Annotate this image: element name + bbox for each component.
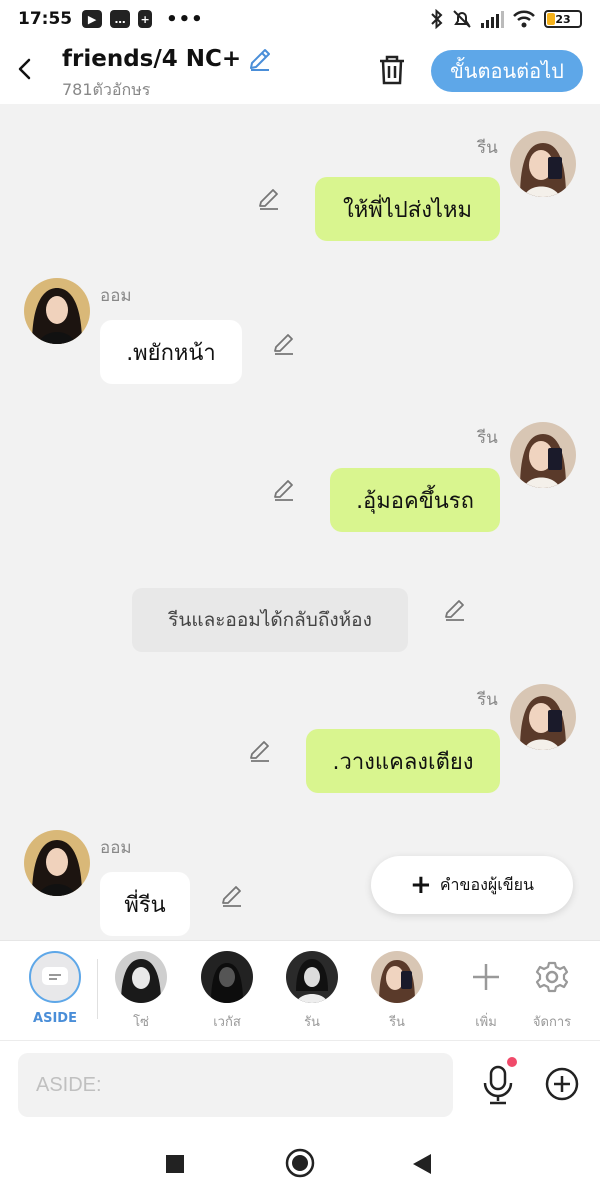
- message-bubble-me[interactable]: ให้พี่ไปส่งไหม: [315, 177, 500, 241]
- edit-title-icon[interactable]: [247, 46, 273, 72]
- avatar-aom[interactable]: [24, 278, 90, 344]
- silent-bell-icon: [453, 10, 471, 28]
- aside-avatar: [29, 951, 81, 1003]
- character-so[interactable]: โซ่: [106, 951, 176, 1032]
- add-circle-icon[interactable]: [545, 1067, 579, 1101]
- plus-icon: +: [410, 870, 432, 900]
- avatar-reen[interactable]: [510, 131, 576, 197]
- notification-dot: [507, 1057, 517, 1067]
- pencil-icon[interactable]: [247, 738, 273, 764]
- more-notifications-icon: •••: [166, 8, 204, 30]
- message-bubble-me[interactable]: .วางแคลงเตียง: [306, 729, 500, 793]
- app-header: friends/4 NC+ 781ตัวอักษร ขั้นตอนต่อไป: [0, 38, 600, 104]
- plus-icon: [473, 964, 499, 990]
- message-input[interactable]: [18, 1053, 453, 1117]
- gear-icon: [535, 961, 569, 993]
- back-arrow-icon[interactable]: [14, 54, 36, 84]
- status-time: 17:55: [18, 9, 73, 29]
- add-character-button[interactable]: เพิ่ม: [451, 951, 521, 1032]
- character-label: รัน: [304, 1015, 320, 1030]
- sender-name: รีน: [477, 690, 498, 710]
- character-label: เวกัส: [213, 1015, 241, 1030]
- character-label: ASIDE: [33, 1011, 77, 1026]
- avatar: [286, 951, 338, 1003]
- recent-apps-icon[interactable]: [165, 1154, 185, 1174]
- story-title: friends/4 NC+: [62, 46, 273, 72]
- chat-area: รีน ให้พี่ไปส่งไหม ออม .พยักหน้า รีน .อุ…: [0, 104, 600, 940]
- trash-icon[interactable]: [376, 54, 408, 86]
- message-notification-icon: …: [110, 10, 131, 28]
- bluetooth-icon: [431, 9, 443, 29]
- next-step-button[interactable]: ขั้นตอนต่อไป: [431, 50, 583, 92]
- media-notification-icon: ▶: [82, 10, 103, 28]
- sender-name: ออม: [100, 838, 132, 858]
- system-nav-bar: [0, 1128, 600, 1200]
- character-run[interactable]: รัน: [277, 951, 347, 1032]
- pencil-icon[interactable]: [219, 883, 245, 909]
- character-aside[interactable]: ASIDE: [20, 951, 90, 1026]
- sender-name: รีน: [477, 138, 498, 158]
- character-vegas[interactable]: เวกัส: [192, 951, 262, 1032]
- author-note-label: คำของผู้เขียน: [439, 874, 534, 894]
- character-bar: ASIDE โซ่ เวกัส รัน รีน เพิ่ม จัดการ: [0, 940, 600, 1040]
- chat-bubble-icon: [42, 967, 68, 985]
- message-bubble-them[interactable]: .พยักหน้า: [100, 320, 242, 384]
- wifi-icon: [513, 10, 535, 28]
- manage-characters-button[interactable]: จัดการ: [517, 951, 587, 1032]
- status-bar: 17:55 ▶ … + ••• 23: [0, 0, 600, 38]
- signal-icon: [481, 11, 504, 28]
- message-bubble-me[interactable]: .อุ้มอคขึ้นรถ: [330, 468, 500, 532]
- divider: [97, 959, 98, 1019]
- avatar: [115, 951, 167, 1003]
- battery-icon: 23: [544, 10, 582, 28]
- character-label: จัดการ: [532, 1015, 572, 1030]
- avatar-aom[interactable]: [24, 830, 90, 896]
- battery-saver-icon: +: [138, 10, 153, 28]
- message-bubble-them[interactable]: พี่รีน: [100, 872, 190, 936]
- microphone-icon[interactable]: [480, 1063, 516, 1107]
- avatar: [201, 951, 253, 1003]
- battery-level: 23: [555, 12, 571, 26]
- character-label: รีน: [389, 1015, 405, 1030]
- sender-name: ออม: [100, 286, 132, 306]
- narration-bubble[interactable]: รีนและออมได้กลับถึงห้อง: [132, 588, 408, 652]
- character-label: โซ่: [133, 1015, 149, 1030]
- pencil-icon[interactable]: [442, 597, 468, 623]
- avatar-reen[interactable]: [510, 422, 576, 488]
- author-note-button[interactable]: + คำของผู้เขียน: [371, 856, 573, 914]
- avatar-reen[interactable]: [510, 684, 576, 750]
- character-reen[interactable]: รีน: [362, 951, 432, 1032]
- sender-name: รีน: [477, 428, 498, 448]
- home-icon[interactable]: [285, 1148, 315, 1178]
- character-count: 781ตัวอักษร: [62, 80, 151, 99]
- story-title-text: friends/4 NC+: [62, 46, 242, 72]
- input-bar: [0, 1040, 600, 1128]
- character-label: เพิ่ม: [475, 1015, 497, 1030]
- pencil-icon[interactable]: [256, 186, 282, 212]
- avatar: [371, 951, 423, 1003]
- pencil-icon[interactable]: [271, 477, 297, 503]
- pencil-icon[interactable]: [271, 331, 297, 357]
- back-icon[interactable]: [412, 1153, 432, 1175]
